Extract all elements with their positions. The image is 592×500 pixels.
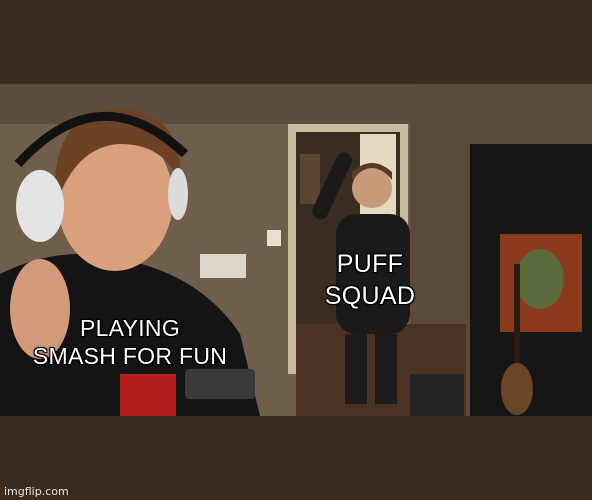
wall-sign — [200, 254, 246, 278]
amp — [410, 374, 464, 416]
shirt-logo — [120, 374, 176, 416]
headphone-left — [16, 170, 64, 242]
light-switch — [267, 230, 281, 246]
caption-left-line-2: SMASH FOR FUN — [32, 343, 228, 369]
standing-person-head — [352, 168, 392, 208]
headphone-right — [168, 168, 188, 220]
guitar-body — [501, 363, 533, 415]
caption-left-line-1: PLAYING — [79, 315, 181, 341]
caption-right-line-1: PUFF — [336, 250, 404, 278]
caption-right-line-2: SQUAD — [324, 282, 416, 310]
standing-person-leg-left — [345, 334, 367, 404]
top-band — [0, 0, 592, 84]
guitar-neck — [514, 264, 520, 364]
camera — [185, 369, 255, 399]
imgflip-watermark: imgflip.com — [4, 485, 69, 498]
caption-puff-squad: PUFF SQUAD — [310, 248, 430, 312]
back-room-cabinet — [300, 154, 320, 204]
bottom-band — [0, 416, 592, 500]
poster-face — [516, 249, 564, 309]
caption-playing-smash: PLAYING SMASH FOR FUN — [20, 314, 240, 370]
standing-person-leg-right — [375, 334, 397, 404]
